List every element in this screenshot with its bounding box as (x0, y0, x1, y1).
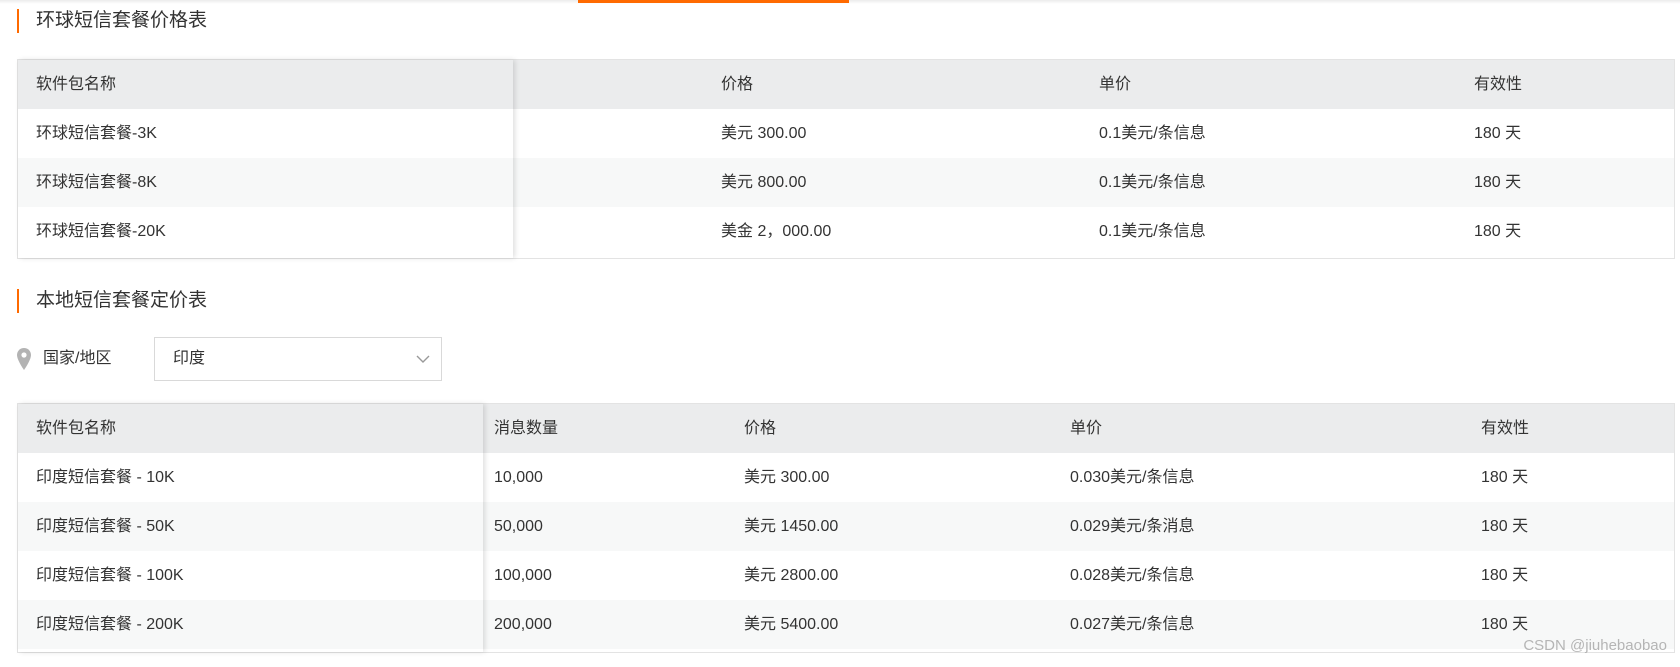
unit-price-cell: 0.029美元/条消息 (1070, 518, 1195, 535)
quantity-cell: 10,000 (494, 469, 543, 486)
col-price-header: 价格 (721, 76, 754, 93)
quantity-cell: 100,000 (494, 567, 552, 584)
price-cell: 美元 300.00 (744, 469, 830, 486)
global-pricing-title: 环球短信套餐价格表 (17, 9, 207, 33)
validity-cell: 180 天 (1481, 469, 1529, 486)
quantity-cell: 50,000 (494, 518, 543, 535)
price-cell: 美元 2800.00 (744, 567, 839, 584)
price-cell: 美元 5400.00 (744, 616, 839, 633)
frozen-row: 印度短信套餐 - 200K (18, 600, 483, 649)
validity-cell: 180 天 (1474, 125, 1522, 142)
package-name-cell: 印度短信套餐 - 10K (36, 469, 175, 486)
package-name-cell: 印度短信套餐 - 100K (36, 567, 184, 584)
package-name-cell: 环球短信套餐-20K (36, 223, 166, 240)
frozen-header-cell: 软件包名称 (18, 404, 483, 453)
package-name-cell: 印度短信套餐 - 50K (36, 518, 175, 535)
global-pricing-table: 量 价格 单价 有效性 美元 300.00 0.1美元/条信息 180 天 美元… (17, 59, 1675, 259)
local-pricing-title: 本地短信套餐定价表 (17, 289, 207, 313)
frozen-row: 环球短信套餐-3K (18, 109, 513, 158)
col-validity-header: 有效性 (1474, 76, 1523, 93)
frozen-row: 印度短信套餐 - 50K (18, 502, 483, 551)
chevron-down-icon (416, 355, 430, 363)
frozen-header-cell: 软件包名称 (18, 60, 513, 109)
validity-cell: 180 天 (1474, 174, 1522, 191)
col-name-header: 软件包名称 (36, 420, 117, 437)
quantity-cell: 200,000 (494, 616, 552, 633)
col-price-header: 价格 (744, 420, 777, 437)
validity-cell: 180 天 (1481, 518, 1529, 535)
package-name-cell: 印度短信套餐 - 200K (36, 616, 184, 633)
unit-price-cell: 0.027美元/条信息 (1070, 616, 1195, 633)
frozen-name-column: 软件包名称 印度短信套餐 - 10K 印度短信套餐 - 50K 印度短信套餐 -… (18, 404, 483, 652)
watermark: CSDN @jiuhebaobao (1523, 637, 1667, 654)
col-quantity-header: 消息数量 (494, 420, 559, 437)
col-unit-price-header: 单价 (1099, 76, 1132, 93)
col-unit-price-header: 单价 (1070, 420, 1103, 437)
country-select[interactable]: 印度 (154, 337, 442, 381)
country-selected-value: 印度 (173, 350, 206, 367)
unit-price-cell: 0.1美元/条信息 (1099, 223, 1206, 240)
price-cell: 美元 300.00 (721, 125, 807, 142)
frozen-row: 环球短信套餐-20K (18, 207, 513, 256)
local-pricing-table: 消息数量 价格 单价 有效性 10,000 美元 300.00 0.030美元/… (17, 403, 1675, 653)
frozen-row: 印度短信套餐 - 100K (18, 551, 483, 600)
col-validity-header: 有效性 (1481, 420, 1530, 437)
unit-price-cell: 0.1美元/条信息 (1099, 125, 1206, 142)
country-filter-label: 国家/地区 (43, 350, 112, 367)
unit-price-cell: 0.1美元/条信息 (1099, 174, 1206, 191)
frozen-row: 印度短信套餐 - 10K (18, 453, 483, 502)
unit-price-cell: 0.030美元/条信息 (1070, 469, 1195, 486)
price-cell: 美元 800.00 (721, 174, 807, 191)
active-tab-indicator (578, 0, 849, 3)
unit-price-cell: 0.028美元/条信息 (1070, 567, 1195, 584)
col-name-header: 软件包名称 (36, 76, 117, 93)
price-cell: 美元 1450.00 (744, 518, 839, 535)
package-name-cell: 环球短信套餐-3K (36, 125, 157, 142)
package-name-cell: 环球短信套餐-8K (36, 174, 157, 191)
frozen-row: 环球短信套餐-8K (18, 158, 513, 207)
map-pin-icon (17, 348, 31, 370)
frozen-name-column: 软件包名称 环球短信套餐-3K 环球短信套餐-8K 环球短信套餐-20K (18, 60, 513, 258)
validity-cell: 180 天 (1474, 223, 1522, 240)
price-cell: 美金 2，000.00 (721, 223, 832, 240)
validity-cell: 180 天 (1481, 567, 1529, 584)
validity-cell: 180 天 (1481, 616, 1529, 633)
